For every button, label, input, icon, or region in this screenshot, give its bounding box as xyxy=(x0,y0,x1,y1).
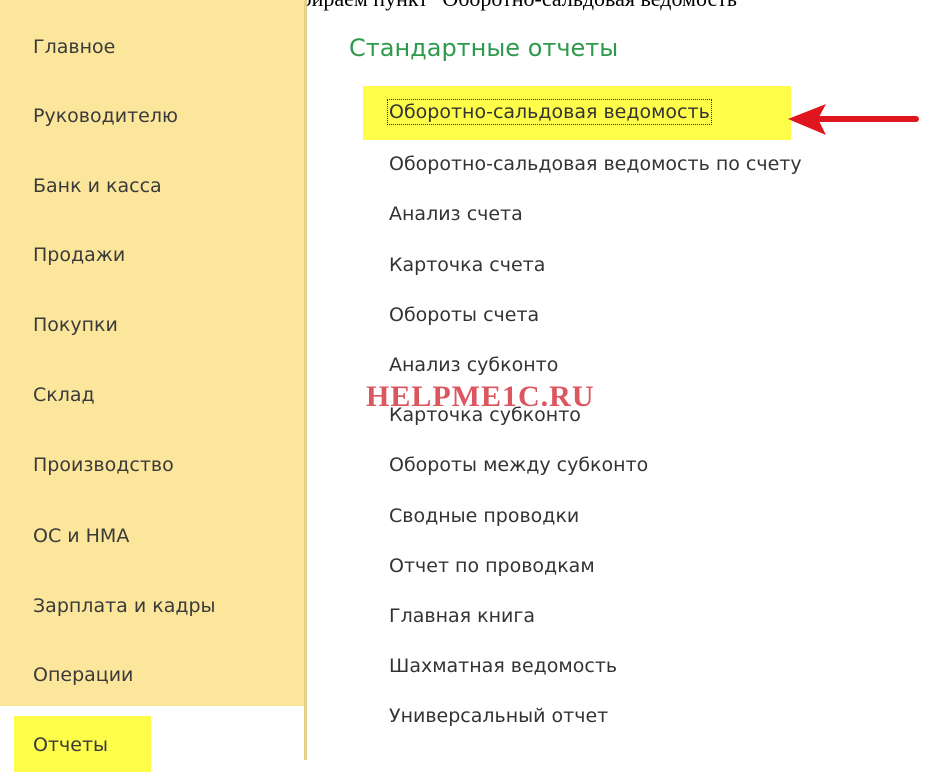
sidebar-item-operacii[interactable]: Операции xyxy=(33,664,133,686)
section-title: Стандартные отчеты xyxy=(349,34,619,62)
report-link-glavnaya-kniga[interactable]: Главная книга xyxy=(389,605,535,627)
sidebar: Главное Руководителю Банк и касса Продаж… xyxy=(0,0,307,772)
sidebar-item-prodazhi[interactable]: Продажи xyxy=(33,244,125,266)
sidebar-item-bank-i-kassa[interactable]: Банк и касса xyxy=(33,175,162,197)
sidebar-item-os-i-nma[interactable]: ОС и НМА xyxy=(33,525,129,547)
sidebar-item-otchety[interactable]: Отчеты xyxy=(33,734,108,756)
sidebar-item-glavnoe[interactable]: Главное xyxy=(33,36,115,58)
report-link-universalnyi-otchet[interactable]: Универсальный отчет xyxy=(389,705,608,727)
sidebar-item-pokupki[interactable]: Покупки xyxy=(33,314,118,336)
report-link-osv[interactable]: Оборотно-сальдовая ведомость xyxy=(387,99,712,125)
sidebar-item-proizvodstvo[interactable]: Производство xyxy=(33,454,174,476)
sidebar-item-sklad[interactable]: Склад xyxy=(33,384,95,406)
report-link-svodnye-provodki[interactable]: Сводные проводки xyxy=(389,505,579,527)
report-link-shakhmatnaya-vedomost[interactable]: Шахматная ведомость xyxy=(389,655,617,677)
watermark: HELPME1C.RU xyxy=(366,380,595,413)
sidebar-item-rukovoditelyu[interactable]: Руководителю xyxy=(33,105,178,127)
report-link-analiz-subkonto[interactable]: Анализ субконто xyxy=(389,354,558,376)
red-arrow-icon xyxy=(788,104,919,135)
report-link-otchet-po-provodkam[interactable]: Отчет по проводкам xyxy=(389,555,595,577)
report-link-osv-po-schetu[interactable]: Оборотно-сальдовая ведомость по счету xyxy=(389,153,802,175)
report-link-kartochka-scheta[interactable]: Карточка счета xyxy=(389,254,545,276)
page: заходим в раздел "Отчеты" и выбираем пун… xyxy=(0,0,952,780)
sidebar-item-zarplata-i-kadry[interactable]: Зарплата и кадры xyxy=(33,595,216,617)
report-link-analiz-scheta[interactable]: Анализ счета xyxy=(389,203,523,225)
report-link-oboroty-scheta[interactable]: Обороты счета xyxy=(389,304,539,326)
report-link-oboroty-mezhdu-subkonto[interactable]: Обороты между субконто xyxy=(389,454,648,476)
